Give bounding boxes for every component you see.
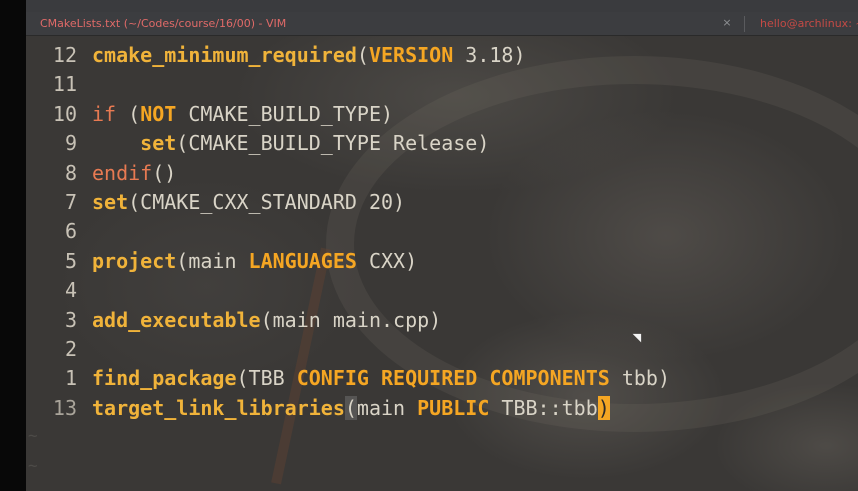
tab-separator [744,16,745,32]
code-line[interactable]: 2 [26,335,670,364]
code-token: cmake_minimum_required [92,43,357,67]
line-number: 7 [64,189,77,214]
code-line[interactable]: 1 find_package(TBB CONFIG REQUIRED COMPON… [26,364,670,393]
code-token: CMAKE_BUILD_TYPE) [176,101,394,126]
code-token: TBB::tbb [489,395,598,420]
empty-line-tilde: ~ [28,456,38,475]
code-token: if [92,101,117,126]
left-panel-strip [0,0,26,491]
code-area[interactable]: 12 cmake_minimum_required(VERSION 3.18) 11… [26,41,670,423]
code-token: CONFIG [296,366,369,391]
code-token: NOT [140,101,177,126]
code-token: VERSION [368,43,454,67]
code-line[interactable]: 9 set(CMAKE_BUILD_TYPE Release) [26,129,670,158]
line-number: 13 [52,395,77,420]
code-token: (main [176,248,249,273]
empty-line-tilde: ~ [28,426,38,445]
code-line[interactable]: 3 add_executable(main main.cpp) [26,306,670,335]
code-token: (main main.cpp) [260,307,442,332]
line-number: 12 [52,43,77,67]
code-token: ( [356,43,369,67]
close-tab-icon[interactable]: × [720,15,734,31]
code-token: ( [344,395,357,420]
code-token: endif [92,160,153,185]
vim-editor[interactable]: 12 cmake_minimum_required(VERSION 3.18) 11… [26,36,858,491]
code-token: () [152,160,177,185]
code-line[interactable]: 8 endif() [26,159,670,188]
line-number: 9 [64,131,77,156]
terminal-tab[interactable]: hello@archlinux: ~/Co [760,17,858,30]
code-line[interactable]: 13 target_link_libraries(main PUBLIC TBB:… [26,394,670,423]
code-token: set [140,131,177,156]
code-token: set [92,189,129,214]
code-token: main [356,395,418,420]
code-line[interactable]: 10 if (NOT CMAKE_BUILD_TYPE) [26,100,670,129]
code-token: (TBB [236,366,297,391]
code-token: (CMAKE_BUILD_TYPE Release) [176,131,490,156]
code-token: tbb) [609,366,671,391]
code-line[interactable]: 11 [26,70,670,99]
code-line[interactable]: 5 project(main LANGUAGES CXX) [26,247,670,276]
code-token: LANGUAGES [248,248,357,273]
window-title: CMakeLists.txt (~/Codes/course/16/00) - … [40,17,287,30]
code-token: 3.18) [453,43,526,67]
line-number: 10 [52,101,77,126]
code-token: find_package [92,366,237,391]
code-token: ( [116,101,141,126]
vim-title-bar: CMakeLists.txt (~/Codes/course/16/00) - … [26,12,858,36]
code-line[interactable]: 12 cmake_minimum_required(VERSION 3.18) [26,41,670,70]
text-cursor: ) [597,395,610,420]
code-line[interactable]: 4 [26,276,670,305]
code-token: (CMAKE_CXX_STANDARD 20) [128,189,406,214]
code-token: CXX) [356,248,418,273]
top-bar [0,0,858,12]
line-number: 5 [64,248,77,273]
line-number: 2 [64,336,77,361]
code-token: REQUIRED [381,366,478,391]
line-number: 6 [64,219,77,244]
line-number: 4 [64,278,77,303]
line-number: 11 [52,72,77,97]
code-token: add_executable [92,307,261,332]
code-line[interactable]: 6 [26,217,670,246]
line-number: 8 [64,160,77,185]
line-number: 3 [64,307,77,332]
code-token: project [92,248,177,273]
code-line[interactable]: 7 set(CMAKE_CXX_STANDARD 20) [26,188,670,217]
code-token: target_link_libraries [92,395,345,420]
code-token: COMPONENTS [489,366,610,391]
line-number: 1 [64,366,77,391]
code-token: PUBLIC [417,395,490,420]
